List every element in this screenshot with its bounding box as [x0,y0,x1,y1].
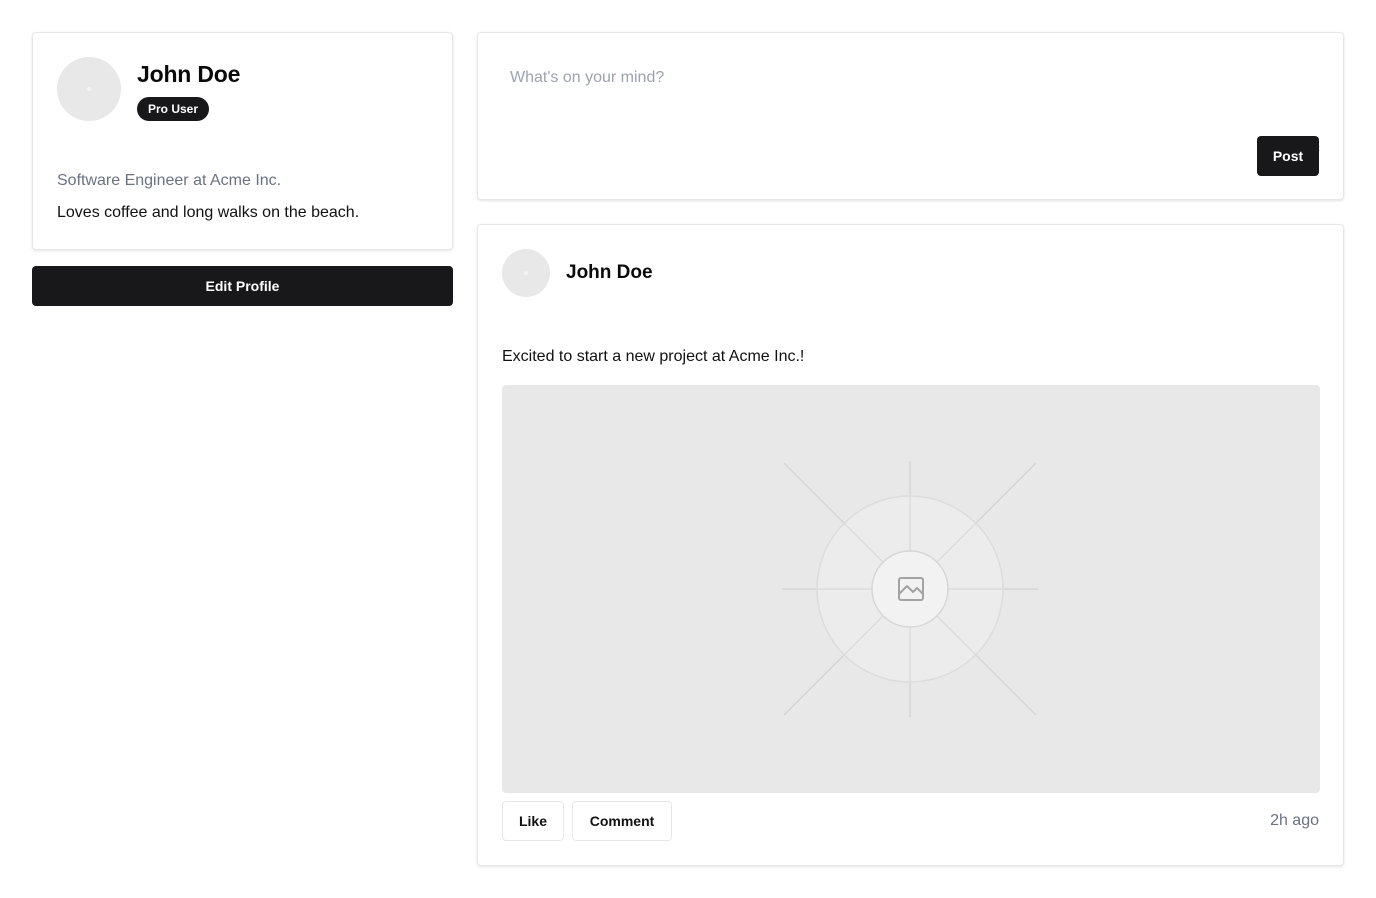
post-text: Excited to start a new project at Acme I… [502,348,805,365]
like-button[interactable]: Like [502,801,564,841]
post-button[interactable]: Post [1257,136,1319,176]
comment-button[interactable]: Comment [572,801,672,841]
post-card: John Doe Excited to start a new project … [477,224,1344,866]
post-author-avatar [502,249,550,297]
post-input[interactable] [502,57,1320,154]
post-timestamp: 2h ago [1270,812,1319,829]
avatar-placeholder-icon [524,271,528,275]
post-composer: Post [477,32,1344,200]
post-image [502,385,1320,793]
profile-bio: Loves coffee and long walks on the beach… [57,204,360,221]
post-author-name: John Doe [566,262,653,283]
status-badge: Pro User [137,97,210,121]
profile-job-title: Software Engineer at Acme Inc. [57,172,282,189]
avatar-placeholder-icon [87,87,91,91]
profile-card: John Doe Pro User Software Engineer at A… [32,32,453,250]
edit-profile-button[interactable]: Edit Profile [32,266,453,306]
avatar [57,57,121,121]
profile-name: John Doe [137,61,241,87]
page: John Doe Pro User Software Engineer at A… [0,0,1376,898]
image-placeholder-icon [782,461,1038,717]
